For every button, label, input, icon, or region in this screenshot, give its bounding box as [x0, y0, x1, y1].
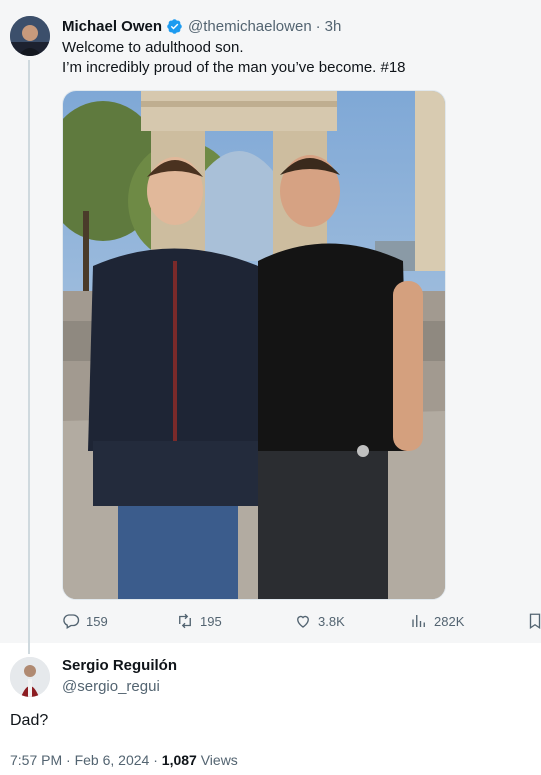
views-button[interactable]: 282K: [410, 612, 464, 630]
retweet-icon: [179, 613, 191, 629]
reply-meta: 7:57 PM · Feb 6, 2024 · 1,087 Views: [10, 752, 238, 768]
reply-count: 159: [86, 613, 108, 629]
reply-button[interactable]: 159: [62, 612, 108, 630]
reply-author-name[interactable]: Sergio Reguilón: [62, 657, 177, 674]
bookmark-icon: [529, 613, 541, 630]
quoted-tweet-header: Michael Owen @themichaelowen · 3h: [62, 16, 341, 36]
tweet-text-line2: I’m incredibly proud of the man you’ve b…: [62, 59, 406, 76]
tweet-photo[interactable]: [62, 90, 446, 600]
views-chart-icon: [412, 615, 425, 627]
reply-views-label: Views: [200, 752, 238, 768]
retweet-button[interactable]: 195: [176, 612, 222, 630]
like-count: 3.8K: [318, 613, 345, 629]
reply-date[interactable]: Feb 6, 2024: [75, 752, 150, 768]
separator-dot: ·: [315, 17, 321, 35]
reply-views-count: 1,087: [161, 752, 197, 768]
tweet-text-line1: Welcome to adulthood son.: [62, 39, 244, 56]
author-handle[interactable]: @themichaelowen: [188, 18, 312, 35]
author-name[interactable]: Michael Owen: [62, 18, 162, 35]
tweet-time[interactable]: 3h: [325, 18, 342, 35]
reply-time[interactable]: 7:57 PM: [10, 752, 62, 768]
views-count: 282K: [434, 613, 465, 629]
retweet-count: 195: [200, 613, 222, 629]
verified-badge-icon: [166, 18, 183, 35]
heart-icon: [297, 615, 309, 628]
meta-dot: ·: [66, 752, 71, 768]
tweet-actions: 159 195 3.8K 282K: [62, 612, 541, 634]
bookmark-button[interactable]: [526, 612, 541, 630]
reply-text: Dad?: [10, 712, 49, 729]
reply-author-handle[interactable]: @sergio_regui: [62, 678, 160, 695]
avatar-sergio-reguilon[interactable]: [10, 657, 50, 697]
reply-icon: [63, 614, 80, 629]
thread-line: [28, 60, 30, 654]
like-button[interactable]: 3.8K: [294, 612, 345, 630]
avatar-michael-owen[interactable]: [10, 16, 50, 56]
meta-dot: ·: [153, 752, 158, 768]
